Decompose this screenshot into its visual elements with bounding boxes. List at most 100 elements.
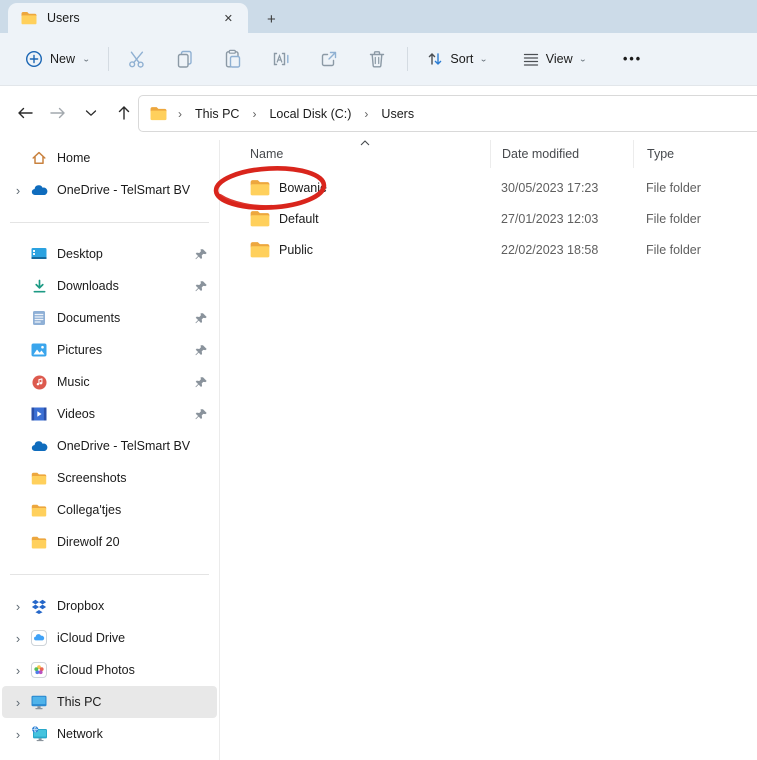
new-button-label: New — [50, 52, 75, 66]
rename-icon — [271, 49, 291, 69]
icloud-drive-icon — [30, 629, 48, 647]
sort-button-label: Sort — [450, 52, 473, 66]
delete-button[interactable] — [353, 41, 401, 77]
folder-icon — [250, 210, 270, 227]
trash-icon — [367, 49, 387, 69]
pin-icon[interactable] — [185, 312, 217, 325]
view-icon — [522, 50, 540, 68]
sidebar-separator — [0, 558, 219, 590]
home-icon — [30, 149, 48, 167]
rename-button[interactable] — [257, 41, 305, 77]
pin-icon[interactable] — [185, 248, 217, 261]
onedrive-cloud-icon — [30, 437, 48, 455]
copy-button[interactable] — [161, 41, 209, 77]
column-headers: Name Date modified Type — [220, 140, 757, 168]
sort-ascending-caret-icon — [360, 140, 370, 146]
sidebar-item-music[interactable]: Music — [2, 366, 217, 398]
folder-icon — [150, 106, 167, 121]
sidebar-item-documents[interactable]: Documents — [2, 302, 217, 334]
arrow-up-icon — [116, 104, 132, 122]
address-bar[interactable]: › This PC › Local Disk (C:) › Users — [138, 95, 757, 132]
sidebar-item-icloud-photos[interactable]: › iCloud Photos — [2, 654, 217, 686]
new-button[interactable]: New ⌄ — [19, 42, 96, 76]
column-header-name[interactable]: Name — [220, 147, 490, 161]
command-toolbar: New ⌄ Sort ⌄ View ⌄ — [0, 33, 757, 86]
chevron-right-icon[interactable]: › — [6, 183, 30, 198]
breadcrumb-this-pc[interactable]: This PC — [193, 104, 241, 124]
sidebar-item-pictures[interactable]: Pictures — [2, 334, 217, 366]
file-date: 27/01/2023 12:03 — [490, 212, 633, 226]
up-button[interactable] — [107, 96, 140, 130]
folder-icon — [30, 469, 48, 487]
pin-icon[interactable] — [185, 376, 217, 389]
cut-button[interactable] — [113, 41, 161, 77]
file-explorer-window: Users ✕ + New ⌄ — [0, 0, 757, 760]
sidebar-item-desktop[interactable]: Desktop — [2, 238, 217, 270]
new-tab-button[interactable]: + — [267, 12, 276, 27]
sidebar-item-downloads[interactable]: Downloads — [2, 270, 217, 302]
paste-button[interactable] — [209, 41, 257, 77]
sidebar-item-home[interactable]: Home — [2, 142, 217, 174]
recent-locations-button[interactable] — [74, 96, 107, 130]
breadcrumb-users[interactable]: Users — [379, 104, 416, 124]
share-icon — [319, 49, 339, 69]
sidebar-item-dropbox[interactable]: › Dropbox — [2, 590, 217, 622]
sidebar-item-network[interactable]: › Network — [2, 718, 217, 750]
more-options-button[interactable]: ••• — [609, 44, 656, 74]
column-header-type[interactable]: Type — [633, 140, 757, 168]
tab-title: Users — [47, 11, 207, 25]
share-button[interactable] — [305, 41, 353, 77]
pin-icon[interactable] — [185, 408, 217, 421]
navigation-pane: Home › OneDrive - TelSmart BV Desktop — [0, 140, 220, 760]
file-name: Default — [279, 212, 319, 226]
arrow-left-icon — [16, 105, 34, 121]
videos-icon — [30, 405, 48, 423]
this-pc-icon — [30, 693, 48, 711]
scissors-icon — [127, 49, 147, 69]
chevron-down-icon: ⌄ — [579, 55, 587, 64]
file-date: 22/02/2023 18:58 — [490, 243, 633, 257]
pin-icon[interactable] — [185, 280, 217, 293]
sidebar-item-onedrive-2[interactable]: OneDrive - TelSmart BV — [2, 430, 217, 462]
dropbox-icon — [30, 597, 48, 615]
sidebar-item-this-pc[interactable]: › This PC — [2, 686, 217, 718]
sort-button[interactable]: Sort ⌄ — [416, 42, 497, 76]
file-row-bowanie[interactable]: Bowanie 30/05/2023 17:23 File folder — [220, 172, 757, 203]
view-button[interactable]: View ⌄ — [512, 42, 597, 76]
chevron-right-icon[interactable]: › — [6, 599, 30, 614]
tab-users[interactable]: Users ✕ — [8, 3, 248, 33]
view-button-label: View — [546, 52, 573, 66]
sidebar-item-screenshots[interactable]: Screenshots — [2, 462, 217, 494]
file-name: Bowanie — [279, 181, 327, 195]
clipboard-icon — [223, 49, 243, 69]
network-icon — [30, 725, 48, 743]
folder-icon — [250, 179, 270, 196]
chevron-down-icon: ⌄ — [82, 55, 90, 64]
pictures-icon — [30, 341, 48, 359]
file-type: File folder — [633, 243, 757, 257]
sidebar-item-collegatjes[interactable]: Collega'tjes — [2, 494, 217, 526]
breadcrumb-local-disk[interactable]: Local Disk (C:) — [267, 104, 353, 124]
chevron-right-icon[interactable]: › — [6, 695, 30, 710]
column-header-date-modified[interactable]: Date modified — [490, 140, 633, 168]
tab-close-icon[interactable]: ✕ — [217, 9, 240, 28]
sidebar-item-videos[interactable]: Videos — [2, 398, 217, 430]
sidebar-item-icloud-drive[interactable]: › iCloud Drive — [2, 622, 217, 654]
chevron-right-icon[interactable]: › — [6, 663, 30, 678]
forward-button[interactable] — [41, 96, 74, 130]
downloads-icon — [30, 277, 48, 295]
sidebar-item-direwolf[interactable]: Direwolf 20 — [2, 526, 217, 558]
chevron-right-icon[interactable]: › — [6, 631, 30, 646]
chevron-right-icon[interactable]: › — [6, 727, 30, 742]
file-list: Bowanie 30/05/2023 17:23 File folder Def… — [220, 168, 757, 265]
pin-icon[interactable] — [185, 344, 217, 357]
sidebar-item-onedrive[interactable]: › OneDrive - TelSmart BV — [2, 174, 217, 206]
back-button[interactable] — [8, 96, 41, 130]
breadcrumb-separator: › — [357, 107, 375, 121]
file-row-public[interactable]: Public 22/02/2023 18:58 File folder — [220, 234, 757, 265]
music-icon — [30, 373, 48, 391]
file-date: 30/05/2023 17:23 — [490, 181, 633, 195]
folder-icon — [21, 11, 37, 25]
copy-icon — [175, 49, 195, 69]
file-row-default[interactable]: Default 27/01/2023 12:03 File folder — [220, 203, 757, 234]
